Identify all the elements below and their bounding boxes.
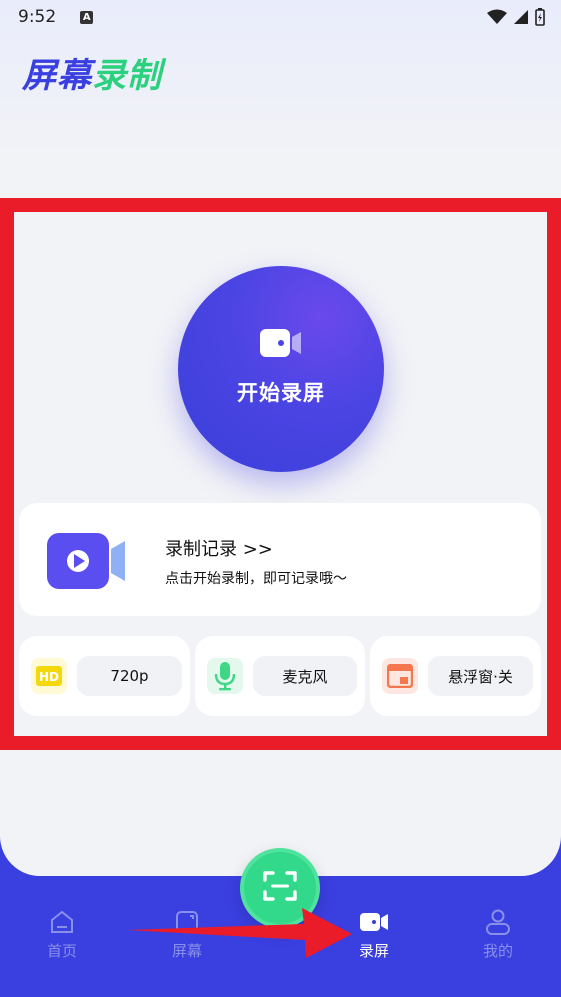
app-title-part2: 录制 (92, 56, 162, 96)
status-bar: 9:52 A (0, 0, 561, 34)
microphone-option-card[interactable]: 麦克风 (195, 636, 365, 716)
tab-home-label: 首页 (46, 942, 77, 960)
video-camera-icon (260, 327, 302, 363)
microphone-icon (207, 658, 243, 694)
microphone-toggle[interactable]: 麦克风 (253, 656, 357, 696)
floating-window-option-card[interactable]: 悬浮窗·关 (370, 636, 541, 716)
recording-history-card[interactable]: 录制记录 >> 点击开始录制，即可记录哦～ (19, 503, 541, 616)
profile-icon (485, 908, 511, 936)
battery-icon (535, 8, 545, 26)
floating-window-icon (382, 658, 418, 694)
app-title-part1: 屏幕 (22, 56, 92, 96)
hd-icon: HD (31, 658, 67, 694)
resolution-select[interactable]: 720p (77, 656, 182, 696)
tab-home[interactable]: 首页 (22, 908, 102, 961)
tab-profile-label: 我的 (482, 942, 513, 960)
start-recording-label: 开始录屏 (237, 381, 325, 405)
status-time: 9:52 (18, 7, 57, 27)
pointer-arrow-icon (126, 908, 352, 958)
app-title: 屏幕录制 (22, 48, 162, 97)
home-icon (50, 908, 74, 936)
notification-icon: A (80, 10, 94, 24)
camera-icon (360, 908, 388, 936)
history-subtitle: 点击开始录制，即可记录哦～ (165, 571, 347, 587)
wifi-icon (487, 9, 507, 24)
hd-badge-text: HD (39, 670, 59, 684)
tab-record-label: 录屏 (358, 942, 389, 960)
status-icons (487, 8, 545, 26)
play-video-icon (47, 531, 127, 595)
floating-window-toggle[interactable]: 悬浮窗·关 (428, 656, 533, 696)
start-recording-button[interactable]: 开始录屏 (178, 266, 384, 472)
resolution-option-card[interactable]: HD 720p (19, 636, 190, 716)
signal-icon (514, 10, 528, 24)
history-title[interactable]: 录制记录 >> (165, 535, 273, 561)
tab-profile[interactable]: 我的 (458, 908, 538, 961)
